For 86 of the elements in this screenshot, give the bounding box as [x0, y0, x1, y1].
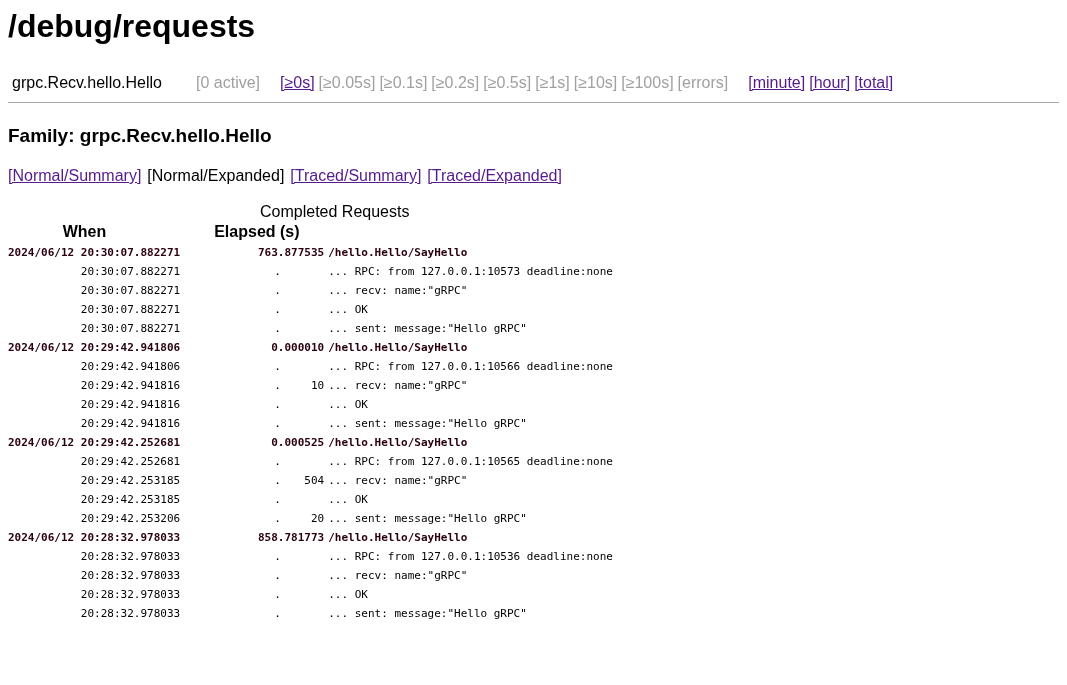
active-count: [0 active]: [196, 74, 261, 92]
table-cell: ... RPC: from 127.0.0.1:10565 deadline:none: [328, 455, 613, 468]
table-cell: /hello.Hello/SayHello: [328, 246, 468, 259]
table-cell: 2024/06/12 20:28:32.978033: [8, 531, 181, 544]
table-cell: 20: [310, 512, 325, 525]
table-cell: .: [274, 550, 281, 563]
table-cell: .: [274, 360, 281, 373]
period-link[interactable]: [hour]: [809, 74, 851, 92]
table-cell: /hello.Hello/SayHello: [328, 531, 468, 544]
latency-bucket: [errors]: [677, 74, 729, 92]
column-header: Elapsed (s): [214, 223, 300, 241]
latency-bucket: [≥0.5s]: [483, 74, 532, 92]
latency-bucket: [≥10s]: [573, 74, 618, 92]
table-cell: ... sent: message:"Hello gRPC": [328, 512, 527, 525]
table-cell: .: [274, 455, 281, 468]
table-cell: .: [274, 398, 281, 411]
table-cell: ... sent: message:"Hello gRPC": [328, 417, 527, 430]
table-cell: ... OK: [328, 303, 368, 316]
family-heading: Family: grpc.Recv.hello.Hello: [8, 125, 272, 147]
table-cell: 20:30:07.882271: [80, 322, 181, 335]
table-cell: ... sent: message:"Hello gRPC": [328, 322, 527, 335]
table-cell: 20:29:42.941816: [80, 398, 181, 411]
table-cell: 20:29:42.941816: [80, 379, 181, 392]
table-cell: 20:28:32.978033: [80, 588, 181, 601]
page-title: /debug/requests: [8, 7, 256, 46]
table-cell: 0.000010: [271, 341, 325, 354]
table-cell: ... RPC: from 127.0.0.1:10566 deadline:none: [328, 360, 613, 373]
table-cell: .: [274, 512, 281, 525]
table-cell: .: [274, 607, 281, 620]
table-cell: 504: [304, 474, 325, 487]
table-cell: ... recv: name:"gRPC": [328, 569, 468, 582]
table-cell: 20:29:42.941816: [80, 417, 181, 430]
table-cell: .: [274, 322, 281, 335]
table-cell: .: [274, 303, 281, 316]
view-mode-link[interactable]: [Normal/Summary]: [8, 167, 142, 185]
table-cell: 20:29:42.253185: [80, 493, 181, 506]
table-cell: .: [274, 379, 281, 392]
period-link[interactable]: [total]: [854, 74, 894, 92]
table-cell: 20:30:07.882271: [80, 265, 181, 278]
table-cell: ... RPC: from 127.0.0.1:10536 deadline:none: [328, 550, 613, 563]
table-cell: ... OK: [328, 398, 368, 411]
latency-bucket: [≥0.1s]: [379, 74, 428, 92]
table-cell: .: [274, 493, 281, 506]
latency-bucket: [≥1s]: [535, 74, 570, 92]
period-link[interactable]: [minute]: [748, 74, 806, 92]
latency-bucket-link[interactable]: [≥0s]: [280, 74, 315, 92]
table-cell: .: [274, 588, 281, 601]
table-cell: 2024/06/12 20:30:07.882271: [8, 246, 181, 259]
table-cell: .: [274, 265, 281, 278]
table-cell: .: [274, 284, 281, 297]
table-cell: ... OK: [328, 493, 368, 506]
table-cell: 0.000525: [271, 436, 325, 449]
table-cell: ... recv: name:"gRPC": [328, 284, 468, 297]
table-cell: 20:28:32.978033: [80, 607, 181, 620]
table-cell: ... recv: name:"gRPC": [328, 379, 468, 392]
latency-bucket: [≥0.2s]: [431, 74, 480, 92]
table-cell: 20:29:42.941806: [80, 360, 181, 373]
table-cell: 20:30:07.882271: [80, 284, 181, 297]
table-cell: 858.781773: [257, 531, 325, 544]
table-cell: .: [274, 474, 281, 487]
table-cell: 20:30:07.882271: [80, 303, 181, 316]
table-cell: 20:28:32.978033: [80, 569, 181, 582]
table-cell: 20:29:42.252681: [80, 455, 181, 468]
column-header: When: [62, 223, 107, 241]
table-cell: ... RPC: from 127.0.0.1:10573 deadline:none: [328, 265, 613, 278]
table-cell: .: [274, 569, 281, 582]
view-mode-link[interactable]: [Traced/Summary]: [290, 167, 422, 185]
table-cell: 10: [310, 379, 325, 392]
table-cell: 20:29:42.253206: [80, 512, 181, 525]
table-cell: 2024/06/12 20:29:42.941806: [8, 341, 181, 354]
latency-bucket: [≥0.05s]: [318, 74, 376, 92]
family-name: grpc.Recv.hello.Hello: [12, 74, 162, 92]
table-cell: 20:29:42.253185: [80, 474, 181, 487]
table-cell: ... recv: name:"gRPC": [328, 474, 468, 487]
view-mode: [Normal/Expanded]: [147, 167, 285, 185]
table-cell: ... OK: [328, 588, 368, 601]
table-cell: .: [274, 417, 281, 430]
view-mode-link[interactable]: [Traced/Expanded]: [427, 167, 562, 185]
table-cell: 763.877535: [257, 246, 325, 259]
table-cell: ... sent: message:"Hello gRPC": [328, 607, 527, 620]
table-cell: /hello.Hello/SayHello: [328, 341, 468, 354]
table-cell: 2024/06/12 20:29:42.252681: [8, 436, 181, 449]
table-cell: /hello.Hello/SayHello: [328, 436, 468, 449]
table-caption: Completed Requests: [260, 203, 410, 221]
latency-bucket: [≥100s]: [621, 74, 674, 92]
table-cell: 20:28:32.978033: [80, 550, 181, 563]
